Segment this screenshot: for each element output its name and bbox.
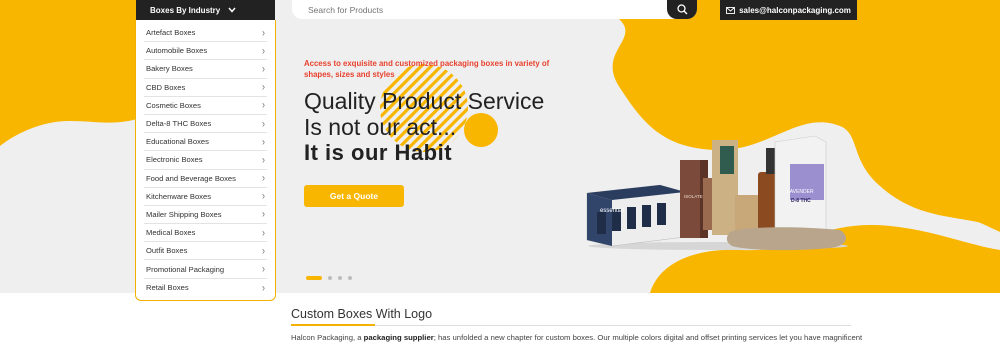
- section-divider-accent: [291, 324, 375, 326]
- chevron-right-icon: ›: [262, 135, 265, 148]
- menu-item-label: Bakery Boxes: [146, 64, 193, 74]
- packaging-supplier-link[interactable]: packaging supplier: [364, 333, 434, 342]
- menu-item[interactable]: Mailer Shipping Boxes ›: [144, 206, 267, 225]
- menu-item[interactable]: CBD Boxes ›: [144, 79, 267, 97]
- menu-item-label: Food and Beverage Boxes: [146, 173, 236, 183]
- chevron-down-icon: [228, 7, 236, 13]
- menu-item[interactable]: Medical Boxes ›: [144, 224, 267, 243]
- chevron-right-icon: ›: [262, 263, 265, 276]
- menu-item-label: Outfit Boxes: [146, 246, 188, 256]
- category-menu: Artefact Boxes › Automobile Boxes › Bakery B…: [135, 20, 276, 301]
- chevron-right-icon: ›: [262, 281, 265, 294]
- slider-dots: [306, 276, 352, 280]
- menu-item[interactable]: Kitchenware Boxes ›: [144, 188, 267, 206]
- chevron-right-icon: ›: [262, 26, 265, 39]
- chevron-right-icon: ›: [262, 208, 265, 221]
- section-divider: [291, 325, 851, 326]
- menu-item-label: Delta-8 THC Boxes: [146, 119, 212, 129]
- menu-item-label: Cosmetic Boxes: [146, 100, 201, 110]
- menu-item[interactable]: Artefact Boxes ›: [144, 24, 267, 43]
- menu-item-label: Medical Boxes: [146, 228, 196, 238]
- get-a-quote-button[interactable]: Get a Quote: [304, 185, 404, 207]
- menu-item[interactable]: Promotional Packaging ›: [144, 260, 267, 279]
- chevron-right-icon: ›: [262, 153, 265, 166]
- menu-item[interactable]: Educational Boxes ›: [144, 133, 267, 152]
- menu-item[interactable]: Automobile Boxes ›: [144, 42, 267, 61]
- menu-item-label: Artefact Boxes: [146, 28, 196, 38]
- chevron-right-icon: ›: [262, 99, 265, 112]
- hero-headline-bold: It is our Habit: [304, 140, 453, 165]
- slider-dot-3[interactable]: [338, 276, 342, 280]
- hero-headline-line2: Is not our act...: [304, 114, 457, 140]
- menu-item[interactable]: Delta-8 THC Boxes ›: [144, 115, 267, 134]
- chevron-right-icon: ›: [262, 117, 265, 130]
- menu-item-label: Educational Boxes: [146, 137, 209, 147]
- search-bar: [292, 0, 697, 19]
- search-input[interactable]: [292, 0, 662, 19]
- menu-item[interactable]: Retail Boxes ›: [144, 279, 267, 297]
- menu-item-label: Retail Boxes: [146, 283, 189, 293]
- boxes-by-industry-button[interactable]: Boxes By Industry: [136, 0, 275, 20]
- envelope-icon: [726, 6, 736, 14]
- product-label-delta: D-8 THC: [791, 198, 811, 204]
- chevron-right-icon: ›: [262, 244, 265, 257]
- menu-item-label: Electronic Boxes: [146, 155, 203, 165]
- hero-headline-line1: Quality Product Service: [304, 88, 545, 114]
- menu-item-label: Kitchenware Boxes: [146, 191, 212, 201]
- section-text-after: ; has unfolded a new chapter for custom …: [433, 333, 863, 342]
- chevron-right-icon: ›: [262, 44, 265, 57]
- slider-dot-1[interactable]: [306, 276, 322, 280]
- menu-item[interactable]: Food and Beverage Boxes ›: [144, 170, 267, 188]
- menu-item[interactable]: Bakery Boxes ›: [144, 60, 267, 79]
- chevron-right-icon: ›: [262, 81, 265, 94]
- section-title: Custom Boxes With Logo: [291, 307, 433, 321]
- menu-item[interactable]: Cosmetic Boxes ›: [144, 97, 267, 115]
- section-paragraph: Halcon Packaging, a packaging supplier; …: [291, 333, 871, 342]
- email-address: sales@halconpackaging.com: [739, 5, 851, 15]
- search-icon: [676, 4, 687, 15]
- email-link[interactable]: sales@halconpackaging.com: [720, 0, 857, 20]
- chevron-right-icon: ›: [262, 226, 265, 239]
- chevron-right-icon: ›: [262, 190, 265, 203]
- chevron-right-icon: ›: [262, 172, 265, 185]
- menu-item-label: CBD Boxes: [146, 82, 186, 92]
- product-label-essential: essential: [600, 208, 624, 214]
- hero-tagline: Access to exquisite and customized packa…: [304, 59, 550, 79]
- menu-item[interactable]: Outfit Boxes ›: [144, 242, 267, 261]
- page: essential ISOLATE LAVENDER D-8 THC Acces…: [0, 0, 1000, 344]
- search-button[interactable]: [667, 0, 697, 19]
- menu-item-label: Automobile Boxes: [146, 46, 208, 56]
- chevron-right-icon: ›: [262, 62, 265, 75]
- product-label-isolate: ISOLATE: [684, 194, 703, 199]
- boxes-by-industry-label: Boxes By Industry: [150, 5, 221, 15]
- section-text-before: Halcon Packaging, a: [291, 333, 364, 342]
- product-label-lavender: LAVENDER: [787, 189, 814, 195]
- menu-item[interactable]: Electronic Boxes ›: [144, 151, 267, 170]
- slider-dot-4[interactable]: [348, 276, 352, 280]
- slider-dot-2[interactable]: [328, 276, 332, 280]
- menu-item-label: Mailer Shipping Boxes: [146, 209, 222, 219]
- menu-item-label: Promotional Packaging: [146, 264, 225, 274]
